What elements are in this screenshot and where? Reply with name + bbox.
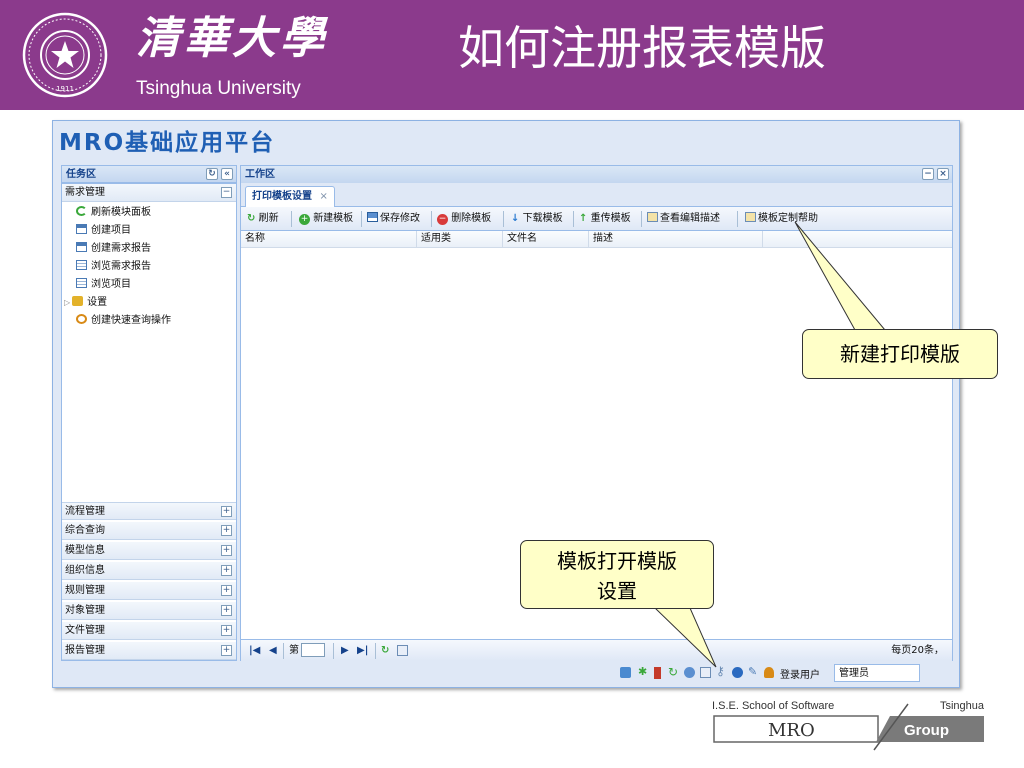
footer-school: I.S.E. School of Software — [712, 700, 834, 712]
callout-new-template: 新建打印模版 — [802, 329, 998, 379]
footer-logo: I.S.E. School of Software Tsinghua MRO G… — [708, 696, 988, 754]
callout-pointer-open — [653, 607, 717, 668]
callout-pointers — [653, 221, 887, 668]
callout-text: 模板打开模版 — [557, 549, 677, 573]
footer-mro: MRO — [768, 720, 815, 741]
callout-text: 设置 — [597, 579, 637, 603]
mro-group-logo: I.S.E. School of Software Tsinghua MRO G… — [712, 700, 985, 751]
callout-open-template: 模板打开模版 设置 — [520, 540, 714, 609]
footer-group: Group — [904, 722, 949, 739]
callout-text: 新建打印模版 — [840, 342, 960, 366]
footer-tsinghua: Tsinghua — [940, 700, 985, 712]
callout-pointer-new — [794, 221, 887, 331]
